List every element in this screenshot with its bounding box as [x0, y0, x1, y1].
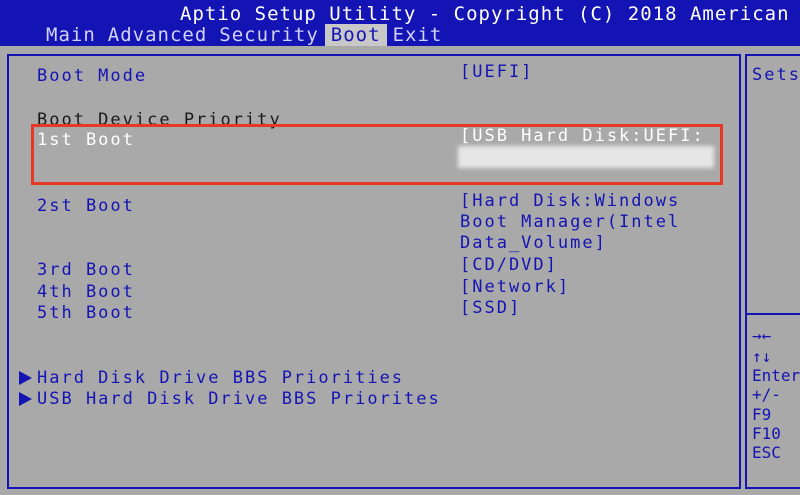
submenu-arrow-icon: [19, 392, 32, 406]
boot-3-label[interactable]: 3rd Boot: [37, 260, 135, 281]
boot-1-value[interactable]: [USB Hard Disk:UEFI:: [460, 126, 705, 147]
submenu-arrow-icon: [19, 371, 32, 385]
title-bar: Aptio Setup Utility - Copyright (C) 2018…: [0, 0, 800, 46]
key-hint-f10: F10: [752, 424, 781, 443]
boot-5-label[interactable]: 5th Boot: [37, 303, 135, 324]
boot-mode-label: Boot Mode: [37, 66, 148, 86]
key-hint-arrows-lr: →←: [752, 326, 772, 345]
boot-3-value[interactable]: [CD/DVD]: [460, 255, 558, 276]
boot-2-label[interactable]: 2st Boot: [37, 196, 135, 217]
app-title: Aptio Setup Utility - Copyright (C) 2018…: [180, 3, 800, 25]
tab-boot[interactable]: Boot: [324, 24, 387, 46]
key-hint-plus-minus: +/-: [752, 385, 781, 404]
menu-tabs: Main Advanced Security Boot Exit: [40, 24, 448, 46]
redacted-value-line: [458, 146, 714, 168]
key-hint-esc: ESC: [752, 443, 781, 462]
boot-2-value-line-1[interactable]: [Hard Disk:Windows: [460, 191, 680, 212]
submenu-hdd-bbs-priorities[interactable]: Hard Disk Drive BBS Priorities: [37, 368, 404, 389]
key-hint-arrows-ud: ↑↓: [752, 347, 772, 366]
boot-2-value-line-2: Boot Manager(Intel: [460, 212, 681, 232]
tab-main[interactable]: Main: [40, 24, 102, 46]
boot-mode-value[interactable]: [UEFI]: [460, 62, 533, 83]
help-divider: [745, 313, 800, 315]
submenu-usb-bbs-priorities[interactable]: USB Hard Disk Drive BBS Priorites: [37, 389, 441, 410]
boot-4-value[interactable]: [Network]: [460, 277, 570, 298]
boot-5-value[interactable]: [SSD]: [460, 298, 521, 319]
key-hint-enter: Enter: [752, 366, 800, 385]
boot-2-value-line-3: Data_Volume]: [460, 233, 607, 253]
boot-4-label[interactable]: 4th Boot: [37, 282, 135, 303]
boot-1-label[interactable]: 1st Boot: [37, 130, 135, 151]
tab-exit[interactable]: Exit: [387, 24, 449, 46]
key-hint-f9: F9: [752, 405, 772, 424]
tab-security[interactable]: Security: [213, 24, 325, 46]
help-description: Sets: [752, 65, 800, 85]
tab-advanced[interactable]: Advanced: [102, 24, 214, 46]
